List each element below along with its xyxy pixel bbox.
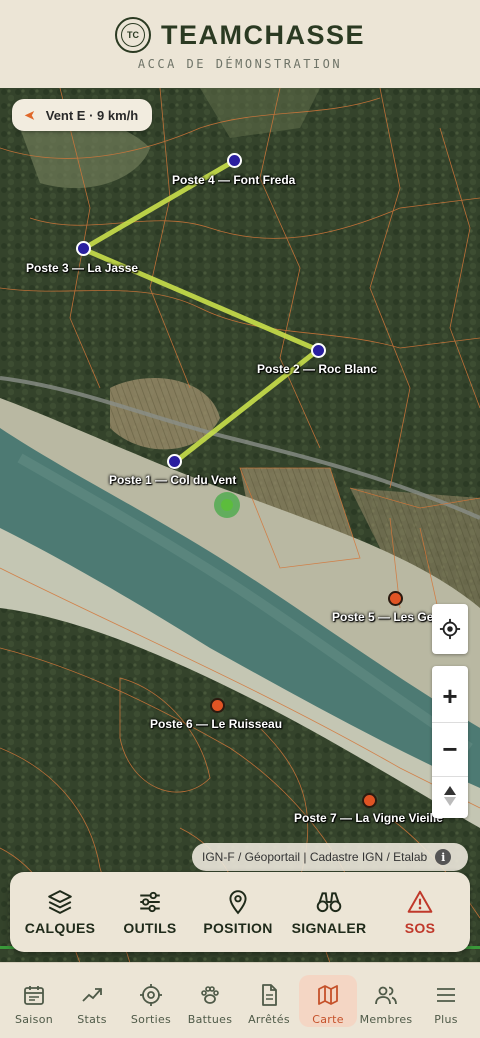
poste-label-5: Poste 5 — Les Ge (332, 610, 434, 624)
zoom-controls: + − (432, 666, 468, 818)
attribution-text: IGN-F / Géoportail | Cadastre IGN / Etal… (202, 850, 428, 864)
nav-battues[interactable]: Battues (181, 975, 239, 1027)
compass-icon (444, 786, 456, 806)
paw-icon (201, 986, 219, 1004)
zoom-in-button[interactable]: + (432, 672, 468, 720)
target-icon (439, 618, 461, 640)
wind-indicator: ➤ Vent E · 9 km/h (12, 99, 153, 131)
outils-label: OUTILS (123, 919, 177, 936)
binoculars-icon (316, 891, 342, 912)
poste-marker-7[interactable] (362, 793, 377, 808)
wind-arrow-icon: ➤ (24, 107, 36, 124)
locate-me-button[interactable] (432, 604, 468, 654)
nav-arretes[interactable]: Arrêtés (240, 975, 298, 1027)
calendar-icon (24, 986, 44, 1005)
sos-button[interactable]: SOS (382, 872, 458, 952)
calques-label: CALQUES (24, 919, 96, 936)
nav-membres[interactable]: Membres (357, 975, 415, 1027)
poste-marker-5[interactable] (388, 591, 403, 606)
users-icon (375, 986, 397, 1005)
signaler-button[interactable]: SIGNALER (286, 872, 372, 952)
brand: TC TEAMCHASSE (0, 17, 480, 53)
poste-label-7: Poste 7 — La Vigne Vieille (294, 811, 443, 825)
nav-label: Carte (312, 1013, 344, 1026)
bottom-nav: Saison Stats Sorties Battues Arrêtés Car… (0, 962, 480, 1038)
nav-stats[interactable]: Stats (63, 975, 121, 1027)
sliders-icon (140, 891, 160, 912)
sos-label: SOS (404, 919, 436, 936)
layers-icon (48, 889, 72, 914)
app-title: TEAMCHASSE (160, 19, 365, 50)
nav-label: Membres (359, 1013, 413, 1026)
logo-monogram: TC (120, 23, 145, 47)
nav-carte[interactable]: Carte (299, 975, 357, 1027)
document-icon (262, 984, 277, 1006)
map-view[interactable]: ➤ Vent E · 9 km/h Poste 1 — Col du Vent … (0, 88, 480, 963)
poste-label-6: Poste 6 — Le Ruisseau (150, 717, 283, 731)
nav-label: Battues (187, 1013, 233, 1026)
poste-marker-3[interactable] (76, 241, 91, 256)
nav-plus[interactable]: Plus (417, 975, 475, 1027)
trend-icon (82, 988, 102, 1002)
compass-button[interactable] (432, 778, 468, 814)
poste-marker-6[interactable] (210, 698, 225, 713)
satellite-map[interactable] (0, 88, 480, 963)
app-subtitle: ACCA DE DÉMONSTRATION (137, 57, 343, 71)
zoom-out-button[interactable]: − (432, 724, 468, 774)
logo-icon: TC (114, 17, 151, 53)
map-icon (318, 985, 338, 1005)
position-button[interactable]: POSITION (198, 872, 278, 952)
poste-marker-4[interactable] (227, 153, 242, 168)
signaler-label: SIGNALER (291, 919, 367, 936)
nav-label: Sorties (130, 1013, 172, 1026)
zoom-divider (432, 722, 468, 723)
nav-label: Saison (14, 1013, 53, 1026)
poste-label-3: Poste 3 — La Jasse (26, 261, 139, 275)
poste-label-4: Poste 4 — Font Freda (172, 173, 296, 187)
app-header: TC TEAMCHASSE ACCA DE DÉMONSTRATION (0, 0, 480, 88)
wind-text: Vent E · 9 km/h (45, 107, 139, 123)
nav-label: Stats (77, 1013, 107, 1026)
poste-marker-1[interactable] (167, 454, 182, 469)
map-attribution: IGN-F / Géoportail | Cadastre IGN / Etal… (192, 843, 468, 871)
map-action-bar: CALQUES OUTILS POSITION SIGNALER SOS (10, 872, 470, 952)
map-pin-icon (229, 889, 247, 914)
nav-label: Arrêtés (248, 1013, 290, 1026)
nav-sorties[interactable]: Sorties (122, 975, 180, 1027)
crosshair-icon (140, 984, 162, 1006)
poste-label-2: Poste 2 — Roc Blanc (257, 362, 378, 376)
zoom-divider (432, 776, 468, 777)
nav-saison[interactable]: Saison (5, 975, 63, 1027)
outils-button[interactable]: OUTILS (110, 872, 190, 952)
warning-icon (407, 890, 433, 913)
position-label: POSITION (203, 919, 273, 936)
poste-marker-2[interactable] (311, 343, 326, 358)
app-root: TC TEAMCHASSE ACCA DE DÉMONSTRATION ➤ Ve… (0, 0, 480, 1038)
menu-icon (437, 988, 455, 1002)
poste-label-1: Poste 1 — Col du Vent (109, 473, 237, 487)
my-location-marker (214, 492, 240, 518)
nav-label: Plus (434, 1013, 458, 1026)
calques-button[interactable]: CALQUES (18, 872, 102, 952)
info-icon[interactable]: i (435, 849, 452, 865)
